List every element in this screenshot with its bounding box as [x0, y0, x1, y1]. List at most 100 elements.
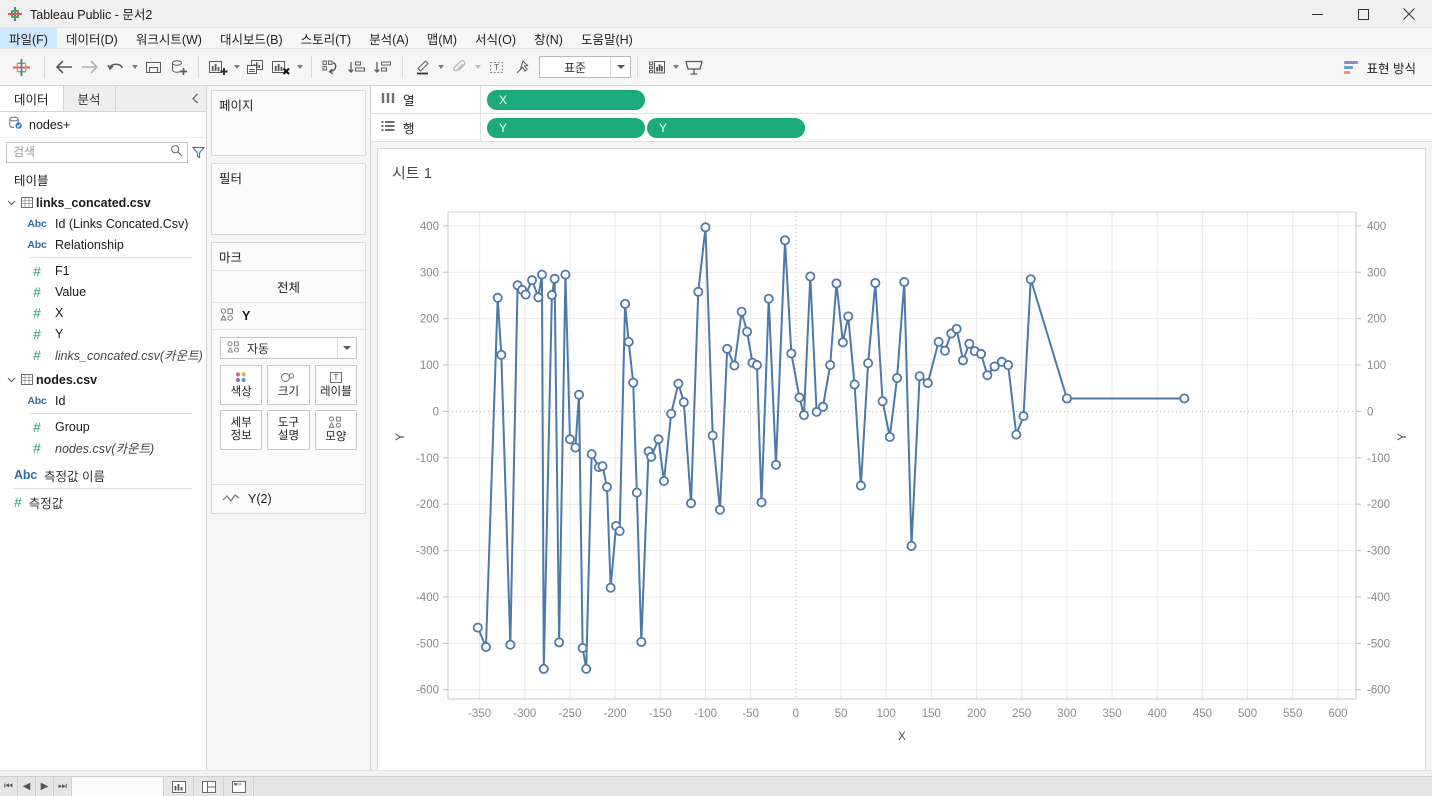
columns-label: 열	[403, 94, 415, 108]
pages-card[interactable]: 페이지	[211, 90, 366, 156]
field-measure-values[interactable]: # 측정값	[0, 491, 206, 513]
new-worksheet-tab-icon[interactable]	[164, 777, 194, 796]
tab-analytics[interactable]: 분석	[64, 86, 116, 111]
pill-column-x[interactable]: X	[487, 89, 645, 110]
field-links-count[interactable]: # links_concated.csv(카운트)	[0, 344, 206, 365]
chevron-left-icon[interactable]	[184, 86, 206, 111]
field-measure-names[interactable]: Abc 측정값 이름	[0, 464, 206, 486]
pill-row-y-2[interactable]: Y	[647, 117, 805, 138]
detail-shelf-button[interactable]: 세부 정보	[220, 410, 263, 450]
columns-shelf-drop[interactable]: X	[481, 86, 1432, 113]
pill-row-y-1[interactable]: Y	[487, 117, 645, 138]
close-button[interactable]	[1386, 0, 1432, 28]
group-caret-icon[interactable]	[475, 65, 481, 69]
svg-text:300: 300	[1367, 267, 1386, 279]
sort-descending-button[interactable]	[370, 53, 396, 81]
svg-text:-200: -200	[416, 499, 439, 511]
menu-file[interactable]: 파일(F)	[0, 28, 57, 48]
marks-y2-tab[interactable]: Y(2)	[212, 484, 365, 513]
datasource-row[interactable]: nodes+	[0, 112, 206, 138]
filter-funnel-icon[interactable]	[192, 142, 205, 163]
undo-button[interactable]	[103, 53, 129, 81]
label-shelf-button[interactable]: T 레이블	[314, 365, 357, 405]
filters-card[interactable]: 필터	[211, 163, 366, 235]
rows-shelf[interactable]: 행 Y Y	[371, 114, 1432, 142]
tab-data[interactable]: 데이터	[0, 86, 64, 111]
field-relationship[interactable]: Abc Relationship	[0, 234, 206, 255]
search-input[interactable]	[11, 144, 170, 160]
field-nodes-count[interactable]: # nodes.csv(카운트)	[0, 437, 206, 458]
forward-button[interactable]	[77, 53, 103, 81]
chevron-down-icon[interactable]	[4, 375, 18, 384]
table-node-nodes[interactable]: nodes.csv	[0, 369, 206, 390]
shape-shelf-button[interactable]: 모양	[314, 410, 357, 450]
tooltip-shelf-button[interactable]: 도구 설명	[267, 410, 310, 450]
first-sheet-icon[interactable]: ⏮	[0, 777, 18, 796]
field-y[interactable]: # Y	[0, 323, 206, 344]
menu-story[interactable]: 스토리(T)	[292, 28, 360, 48]
sheet-tab-1[interactable]	[72, 777, 164, 796]
menu-dashboard[interactable]: 대시보드(B)	[211, 28, 292, 48]
svg-text:-250: -250	[558, 708, 581, 720]
chevron-down-icon[interactable]	[4, 198, 18, 207]
save-button[interactable]	[140, 53, 166, 81]
presentation-mode-button[interactable]	[681, 53, 707, 81]
marks-all-tab[interactable]: 전체	[212, 270, 365, 302]
back-button[interactable]	[51, 53, 77, 81]
highlighter-caret-icon[interactable]	[438, 65, 444, 69]
tableau-mark-icon[interactable]	[4, 53, 38, 81]
clear-sheet-button[interactable]	[268, 53, 294, 81]
color-shelf-button[interactable]: 색상	[220, 365, 263, 405]
next-sheet-icon[interactable]: ▶	[36, 777, 54, 796]
new-worksheet-button[interactable]	[205, 53, 231, 81]
fix-axes-button[interactable]	[509, 53, 535, 81]
swap-rows-columns-button[interactable]	[318, 53, 344, 81]
group-members-button[interactable]	[446, 53, 472, 81]
scatter-line-chart[interactable]: 400 400 300 300 200 200 100 100 0 0 -100 -100 -200 -2…	[378, 194, 1426, 774]
rows-shelf-drop[interactable]: Y Y	[481, 114, 1432, 141]
menu-window[interactable]: 창(N)	[525, 28, 572, 48]
prev-sheet-icon[interactable]: ◀	[18, 777, 36, 796]
fit-dropdown-icon[interactable]	[610, 57, 630, 77]
sort-ascending-button[interactable]	[344, 53, 370, 81]
minimize-button[interactable]	[1294, 0, 1340, 28]
maximize-button[interactable]	[1340, 0, 1386, 28]
field-id-nodes[interactable]: Abc Id	[0, 390, 206, 411]
new-dashboard-tab-icon[interactable]	[194, 777, 224, 796]
search-input-wrapper[interactable]	[6, 141, 188, 163]
marks-y-tab[interactable]: Y	[212, 302, 365, 330]
svg-text:200: 200	[967, 708, 986, 720]
table-node-links-concated[interactable]: links_concated.csv	[0, 192, 206, 213]
menu-map[interactable]: 맵(M)	[418, 28, 466, 48]
highlighter-button[interactable]	[409, 53, 435, 81]
new-data-source-button[interactable]	[166, 53, 192, 81]
clear-sheet-caret-icon[interactable]	[297, 65, 303, 69]
mark-type-select[interactable]: 자동	[220, 337, 357, 359]
columns-shelf[interactable]: 열 X	[371, 86, 1432, 114]
new-story-tab-icon[interactable]	[224, 777, 254, 796]
menu-analysis[interactable]: 분석(A)	[360, 28, 418, 48]
search-icon[interactable]	[170, 144, 183, 160]
menu-help[interactable]: 도움말(H)	[572, 28, 642, 48]
show-mark-labels-button[interactable]: T	[483, 53, 509, 81]
field-x[interactable]: # X	[0, 302, 206, 323]
new-worksheet-caret-icon[interactable]	[234, 65, 240, 69]
fit-select[interactable]: 표준	[539, 56, 631, 78]
field-value[interactable]: # Value	[0, 281, 206, 302]
color-shelf-label: 색상	[230, 385, 252, 398]
menu-format[interactable]: 서식(O)	[466, 28, 525, 48]
last-sheet-icon[interactable]: ⏭	[54, 777, 72, 796]
field-f1[interactable]: # F1	[0, 260, 206, 281]
field-group[interactable]: # Group	[0, 416, 206, 437]
show-me-button[interactable]: 표현 방식	[1343, 58, 1428, 77]
undo-caret-icon[interactable]	[132, 65, 138, 69]
mark-type-dropdown-icon[interactable]	[337, 338, 356, 358]
show-hide-cards-button[interactable]	[644, 53, 670, 81]
menu-data[interactable]: 데이터(D)	[57, 28, 127, 48]
field-id-links[interactable]: Abc Id (Links Concated.Csv)	[0, 213, 206, 234]
show-hide-cards-caret-icon[interactable]	[673, 65, 679, 69]
duplicate-sheet-button[interactable]	[242, 53, 268, 81]
plot-area[interactable]: 400 400 300 300 200 200 100 100 0 0 -100 -100 -200 -2…	[378, 194, 1425, 774]
menu-worksheet[interactable]: 워크시트(W)	[127, 28, 211, 48]
size-shelf-button[interactable]: 크기	[267, 365, 310, 405]
